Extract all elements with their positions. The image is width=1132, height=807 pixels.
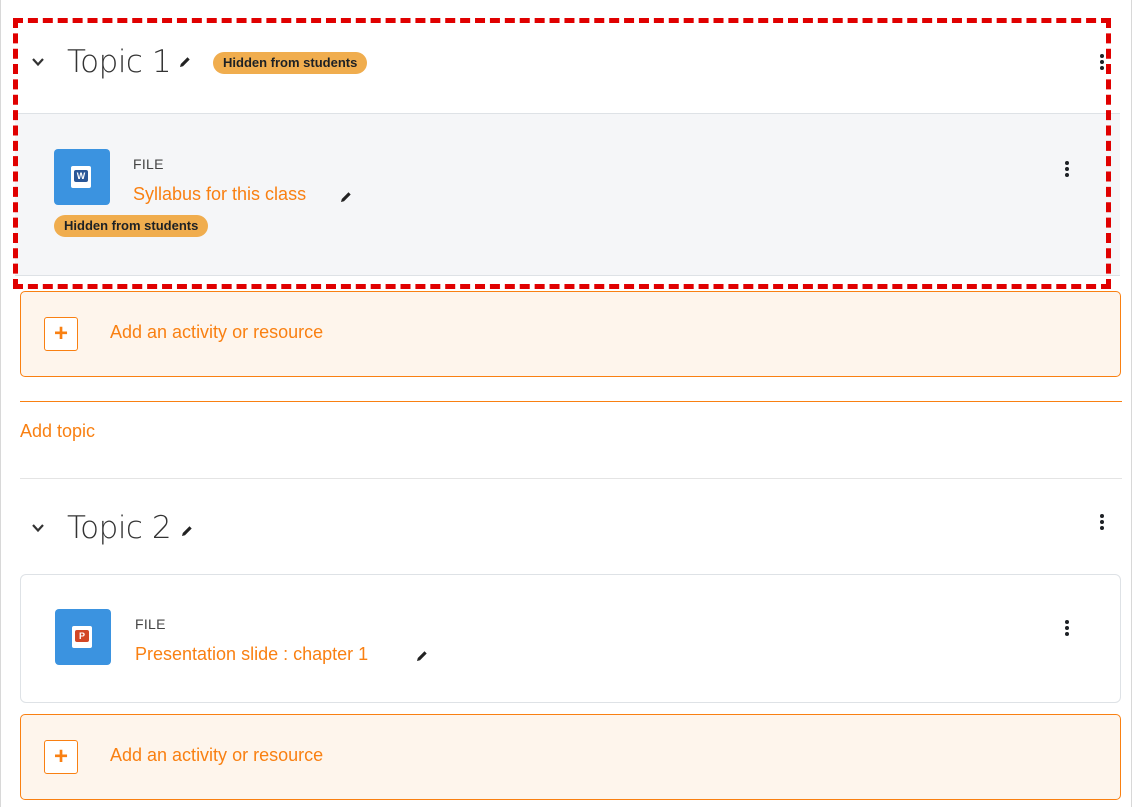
- divider: [20, 478, 1122, 479]
- chevron-down-icon[interactable]: [30, 520, 46, 536]
- activity-menu-kebab-icon[interactable]: [1062, 159, 1072, 179]
- pencil-edit-icon[interactable]: [180, 524, 194, 538]
- add-activity-link[interactable]: Add an activity or resource: [110, 322, 323, 343]
- activity-type: FILE: [133, 156, 164, 172]
- chevron-down-icon[interactable]: [30, 54, 46, 70]
- activity-name-link[interactable]: Presentation slide : chapter 1: [135, 644, 368, 665]
- hidden-badge: Hidden from students: [213, 52, 368, 74]
- section-title[interactable]: Topic 2: [67, 508, 172, 548]
- powerpoint-document-icon: P: [55, 609, 111, 665]
- section-menu-kebab-icon[interactable]: [1097, 512, 1107, 532]
- activity-item: W FILE Syllabus for this class Hidden fr…: [15, 113, 1120, 276]
- activity-menu-kebab-icon[interactable]: [1062, 618, 1072, 638]
- pencil-edit-icon[interactable]: [339, 190, 353, 204]
- section-topic-2-header: Topic 2: [0, 502, 1132, 562]
- hidden-badge: Hidden from students: [54, 215, 209, 237]
- section-menu-kebab-icon[interactable]: [1097, 52, 1107, 72]
- activity-name-link[interactable]: Syllabus for this class: [133, 184, 306, 205]
- add-activity-box[interactable]: + Add an activity or resource: [20, 714, 1121, 800]
- section-title[interactable]: Topic 1: [67, 42, 172, 82]
- add-activity-box[interactable]: + Add an activity or resource: [20, 291, 1121, 377]
- activity-item: P FILE Presentation slide : chapter 1: [20, 574, 1121, 703]
- activity-type: FILE: [135, 616, 166, 632]
- section-topic-1-header: Topic 1 Hidden from students: [0, 34, 1132, 94]
- pencil-edit-icon[interactable]: [415, 649, 429, 663]
- plus-icon[interactable]: +: [44, 317, 78, 351]
- plus-icon[interactable]: +: [44, 740, 78, 774]
- add-topic-link[interactable]: Add topic: [20, 421, 95, 442]
- pencil-edit-icon[interactable]: [178, 55, 192, 69]
- add-activity-link[interactable]: Add an activity or resource: [110, 745, 323, 766]
- divider: [20, 401, 1122, 402]
- word-document-icon: W: [54, 149, 110, 205]
